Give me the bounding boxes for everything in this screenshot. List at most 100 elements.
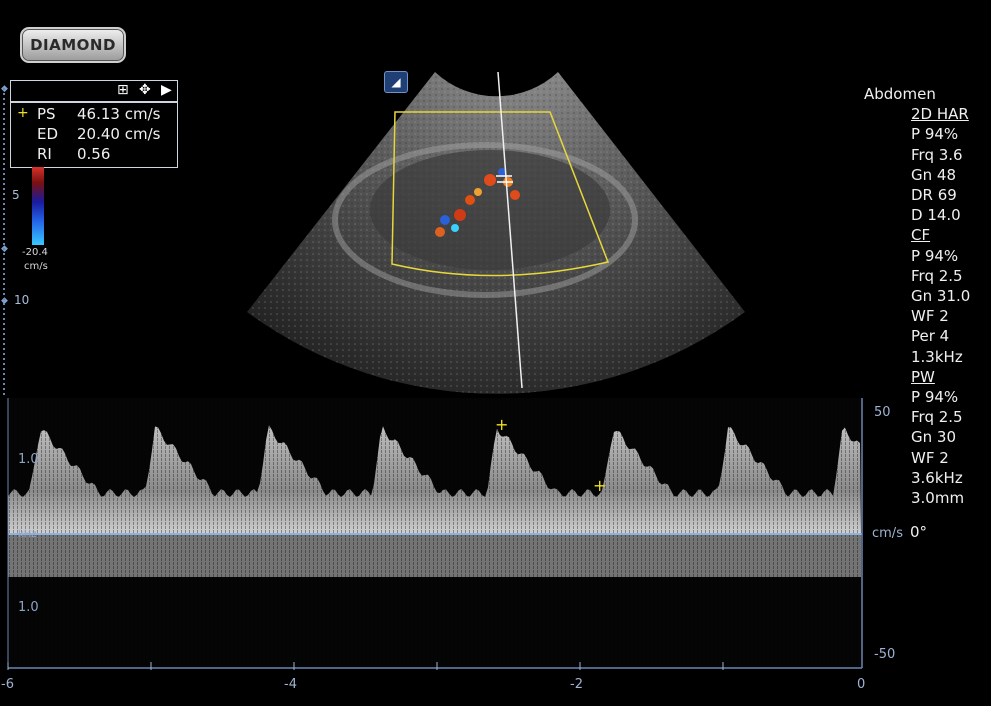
depth-tick	[3, 238, 5, 240]
param-item: Per 4	[911, 327, 950, 346]
depth-tick	[3, 323, 5, 325]
params-2d: 2D HAR P 94% Frq 3.6 Gn 48 DR 69 D 14.0	[911, 104, 970, 225]
measurement-value: 0.56	[77, 145, 111, 163]
depth-tick	[3, 358, 5, 360]
depth-tick	[3, 198, 5, 200]
depth-tick	[3, 363, 5, 365]
move-icon[interactable]: ✥	[139, 83, 151, 97]
depth-tick	[3, 313, 5, 315]
param-item: P 94%	[911, 125, 959, 144]
param-item: D 14.0	[911, 206, 961, 225]
velocity-max-label: 50	[874, 405, 891, 420]
freq-scale-unit: kHz	[18, 529, 37, 540]
param-item: 3.6kHz	[911, 468, 963, 487]
depth-tick	[3, 373, 5, 375]
measurement-label: RI	[37, 145, 52, 163]
depth-tick	[3, 183, 5, 185]
param-item: DR 69	[911, 186, 957, 205]
freq-scale-bottom: 1.0	[18, 600, 39, 615]
param-item: WF 2	[911, 448, 949, 467]
measurement-results: + PS 46.13 cm/s ED 20.40 cm/s RI 0.56	[10, 102, 178, 168]
depth-tick	[3, 113, 5, 115]
depth-tick	[3, 123, 5, 125]
depth-tick	[3, 228, 5, 230]
imaging-parameters: Abdomen 2D HAR P 94% Frq 3.6 Gn 48 DR 69…	[864, 84, 970, 508]
depth-tick	[3, 178, 5, 180]
depth-tick	[3, 353, 5, 355]
param-item: Gn 31.0	[911, 287, 971, 306]
depth-tick	[3, 273, 5, 275]
time-label-minus6: -6	[1, 677, 14, 692]
depth-tick	[3, 263, 5, 265]
velocity-unit-label: cm/s	[872, 526, 903, 541]
param-item: WF 2	[911, 307, 949, 326]
param-item: Frq 2.5	[911, 408, 963, 427]
brand-logo-text: DIAMOND	[30, 36, 116, 54]
depth-tick	[3, 143, 5, 145]
depth-tick	[3, 378, 5, 380]
time-label-minus4: -4	[284, 677, 297, 692]
section-header: 2D HAR	[911, 105, 969, 124]
depth-tick	[3, 208, 5, 210]
param-item: Frq 2.5	[911, 266, 963, 285]
param-item: Gn 48	[911, 165, 956, 184]
depth-tick	[3, 248, 5, 250]
depth-tick	[3, 98, 5, 100]
ed-cursor-icon[interactable]: +	[593, 476, 606, 495]
velocity-min-label: -50	[874, 647, 896, 662]
depth-tick	[3, 393, 5, 395]
depth-tick	[3, 293, 5, 295]
depth-tick	[3, 283, 5, 285]
depth-tick	[3, 133, 5, 135]
depth-tick	[3, 253, 5, 255]
depth-tick	[3, 158, 5, 160]
depth-tick	[3, 338, 5, 340]
depth-tick	[3, 188, 5, 190]
depth-tick	[3, 278, 5, 280]
depth-label-10: 10	[14, 293, 30, 307]
preset-name[interactable]: Abdomen	[864, 84, 970, 104]
depth-tick	[3, 268, 5, 270]
param-item: P 94%	[911, 246, 959, 265]
depth-tick	[3, 288, 5, 290]
depth-tick	[3, 348, 5, 350]
bmode-sector-image	[247, 71, 745, 394]
doppler-spectrum: + +	[7, 398, 863, 670]
depth-tick	[3, 328, 5, 330]
depth-tick	[3, 223, 5, 225]
params-pw: PW P 94% Frq 2.5 Gn 30 WF 2 3.6kHz 3.0mm	[911, 367, 970, 508]
depth-tick	[3, 153, 5, 155]
depth-tick	[3, 368, 5, 370]
color-scale-min: -20.4	[22, 247, 48, 258]
depth-tick	[3, 343, 5, 345]
params-cf: CF P 94% Frq 2.5 Gn 31.0 WF 2 Per 4 1.3k…	[911, 225, 970, 366]
depth-scale: ◆ ◆ ◆ 5 10	[0, 80, 29, 395]
play-icon[interactable]: ▶	[161, 83, 172, 97]
depth-tick	[3, 128, 5, 130]
depth-tick	[3, 233, 5, 235]
measurement-value: 46.13 cm/s	[77, 105, 161, 123]
depth-tick	[3, 203, 5, 205]
depth-tick	[3, 243, 5, 245]
freq-scale-top: 1.0	[18, 452, 39, 467]
depth-tick	[3, 108, 5, 110]
depth-tick	[3, 213, 5, 215]
depth-tick	[3, 218, 5, 220]
depth-tick	[3, 118, 5, 120]
color-velocity-bar	[32, 167, 44, 245]
time-label-0: 0	[857, 677, 866, 692]
grid-icon[interactable]: ⊞	[117, 83, 129, 97]
doppler-angle[interactable]: 0°	[910, 523, 927, 541]
depth-tick	[3, 138, 5, 140]
param-item: Gn 30	[911, 428, 956, 447]
param-item: 1.3kHz	[911, 347, 963, 366]
measurement-value: 20.40 cm/s	[77, 125, 161, 143]
depth-label-5: 5	[12, 188, 20, 202]
depth-tick	[3, 193, 5, 195]
ps-cursor-icon[interactable]: +	[495, 415, 508, 434]
section-header: CF	[911, 226, 931, 245]
depth-tick	[3, 333, 5, 335]
param-item: P 94%	[911, 388, 959, 407]
depth-tick	[3, 148, 5, 150]
depth-tick	[3, 388, 5, 390]
